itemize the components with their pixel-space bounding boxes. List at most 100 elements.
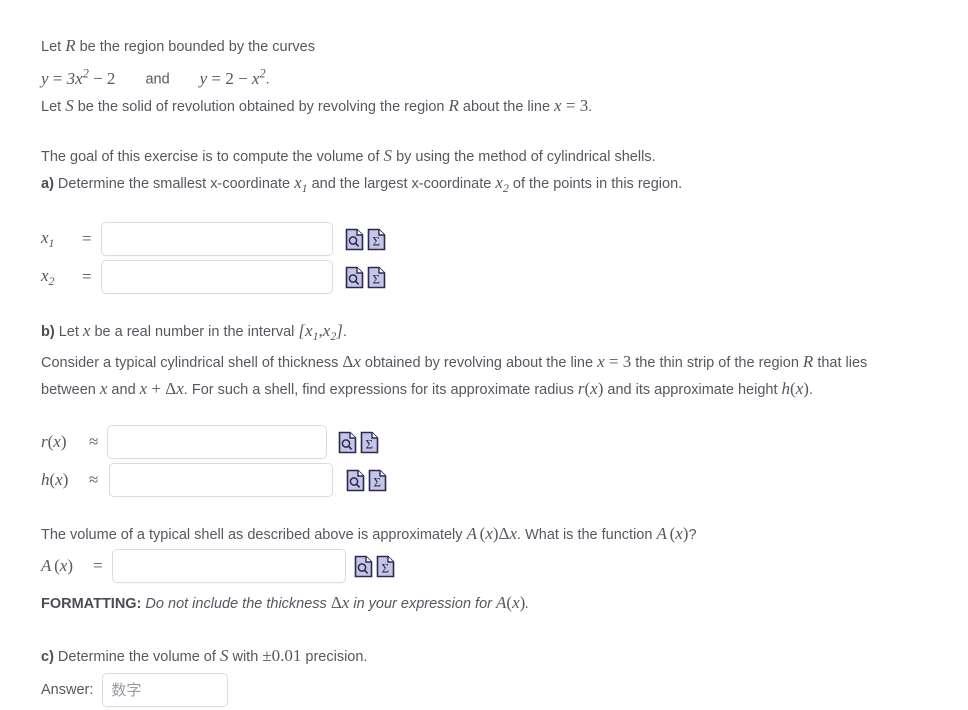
document-sigma-icon: Σ xyxy=(361,431,379,454)
fmt-pre: Do not include the thickness xyxy=(141,596,331,613)
input-x2[interactable] xyxy=(100,260,333,295)
vq-mid: . What is the function xyxy=(517,527,657,544)
symbolic-icon-button-h[interactable]: Σ xyxy=(368,469,387,492)
pc-mid: with xyxy=(228,649,263,666)
document-sigma-icon: Σ xyxy=(376,555,394,578)
document-magnifier-icon xyxy=(347,469,365,492)
pb-5: and xyxy=(107,382,140,399)
relation-x1: = xyxy=(82,229,92,249)
part-b-pre: Let xyxy=(54,324,83,341)
formatting-label: FORMATTING: xyxy=(41,596,142,613)
field-label-r: r(x) xyxy=(41,432,67,452)
answer-row-x2: x2 = Σ xyxy=(41,258,921,296)
svg-text:Σ: Σ xyxy=(381,560,389,575)
relation-A: = xyxy=(93,556,103,576)
math-S: S xyxy=(65,95,74,115)
icon-group-r: Σ xyxy=(338,431,379,454)
formatting-note: FORMATTING: Do not include the thickness… xyxy=(41,590,921,617)
math-r-of-x: r(x) xyxy=(577,379,604,399)
preview-icon-button-h[interactable] xyxy=(346,469,365,492)
intro-text-pre: Let xyxy=(41,39,66,55)
volume-question: The volume of a typical shell as describ… xyxy=(41,521,921,548)
part-b-prompt-line1: b) Let x be a real number in the interva… xyxy=(41,318,921,349)
math-R: R xyxy=(65,36,76,55)
math-delta-x: Δx xyxy=(342,352,361,372)
field-label-x2: x2 xyxy=(41,266,55,288)
intro-equations: y = 3x2 − 2 and y = 2 − x2. xyxy=(41,66,270,88)
preview-icon-button-x1[interactable] xyxy=(345,228,364,251)
preview-icon-button-A[interactable] xyxy=(354,555,373,578)
math-delta-x-fmt: Δx xyxy=(330,593,350,613)
pb-3: the thin strip of the region xyxy=(631,355,803,372)
part-a-mid: and the largest x-coordinate xyxy=(307,175,496,192)
icon-group-h: Σ xyxy=(346,469,387,492)
part-b-mid: be a real number in the interval xyxy=(90,324,299,341)
symbolic-icon-button-x1[interactable]: Σ xyxy=(367,228,386,251)
input-final-answer[interactable] xyxy=(102,673,229,708)
equation-2: y = 2 − x2 xyxy=(199,66,266,88)
document-sigma-icon: Σ xyxy=(369,469,387,492)
part-a-label: a) xyxy=(41,175,54,192)
document-magnifier-icon xyxy=(345,266,363,289)
input-x1[interactable] xyxy=(100,222,333,257)
svg-text:Σ: Σ xyxy=(372,271,380,286)
vq-pre: The volume of a typical shell as describ… xyxy=(41,527,467,544)
equation-1: y = 3x2 − 2 xyxy=(41,66,116,88)
vq-post: ? xyxy=(688,527,697,544)
math-A-of-x: A (x) xyxy=(656,524,689,544)
math-x-plus-dx: x + Δx xyxy=(139,379,184,399)
answer-row-A: A (x) = Σ xyxy=(41,548,921,584)
answer-row-final: Answer: xyxy=(41,670,921,710)
field-label-h: h(x) xyxy=(41,470,69,490)
symbolic-icon-button-A[interactable]: Σ xyxy=(376,555,395,578)
intro-line-2: Let S be the solid of revolution obtaine… xyxy=(41,93,921,120)
goal-line: The goal of this exercise is to compute … xyxy=(41,143,921,170)
answer-row-h: h(x) ≈ Σ xyxy=(41,461,921,499)
symbolic-icon-button-r[interactable]: Σ xyxy=(360,431,379,454)
part-b-label: b) xyxy=(41,324,55,341)
icon-group-x1: Σ xyxy=(345,228,386,251)
line2-pre: Let xyxy=(41,98,66,115)
pb-2: obtained by revolving about the line xyxy=(360,355,598,372)
line2-end: . xyxy=(588,98,593,115)
document-magnifier-icon xyxy=(354,555,372,578)
goal-post: by using the method of cylindrical shell… xyxy=(392,148,656,165)
symbolic-icon-button-x2[interactable]: Σ xyxy=(367,266,386,289)
math-R-3: R xyxy=(802,352,814,372)
icon-group-x2: Σ xyxy=(345,266,386,289)
relation-x2: = xyxy=(82,267,92,287)
math-A-x-delta-x: A (x)Δx xyxy=(466,524,518,544)
math-x-equals-3: x = 3 xyxy=(554,95,589,115)
math-R-2: R xyxy=(448,95,459,115)
field-label-A: A (x) xyxy=(41,556,73,576)
relation-r: ≈ xyxy=(89,432,99,452)
pb-6: . For such a shell, find expressions for… xyxy=(183,382,578,399)
answer-label: Answer: xyxy=(41,682,94,699)
document-magnifier-icon xyxy=(339,431,357,454)
input-A[interactable] xyxy=(111,549,346,584)
pb-7: and its approximate height xyxy=(603,382,782,399)
line2-post: about the line xyxy=(458,98,555,115)
math-A-of-x-fmt: A(x) xyxy=(496,593,526,613)
document-magnifier-icon xyxy=(345,228,363,251)
svg-text:Σ: Σ xyxy=(366,436,374,451)
relation-h: ≈ xyxy=(89,470,99,490)
exercise-page: Let R be the region bounded by the curve… xyxy=(0,0,921,710)
input-h[interactable] xyxy=(109,463,334,498)
pb-8: . xyxy=(808,382,813,399)
math-interval: [x1,x2] xyxy=(298,321,343,344)
answer-row-r: r(x) ≈ Σ xyxy=(41,423,921,461)
math-x-equals-3-b: x = 3 xyxy=(597,352,632,372)
math-x1: x1 xyxy=(294,172,308,195)
document-sigma-icon: Σ xyxy=(367,266,385,289)
part-b-description: Consider a typical cylindrical shell of … xyxy=(41,349,909,403)
part-c-prompt: c) Determine the volume of S with ±0.01 … xyxy=(41,643,921,670)
input-r[interactable] xyxy=(107,425,328,460)
preview-icon-button-x2[interactable] xyxy=(345,266,364,289)
math-S-2: S xyxy=(383,145,393,165)
preview-icon-button-r[interactable] xyxy=(338,431,357,454)
field-label-x1: x1 xyxy=(41,228,55,250)
part-a-pre: Determine the smallest x-coordinate xyxy=(53,175,295,192)
icon-group-A: Σ xyxy=(354,555,395,578)
goal-pre: The goal of this exercise is to compute … xyxy=(41,148,384,165)
